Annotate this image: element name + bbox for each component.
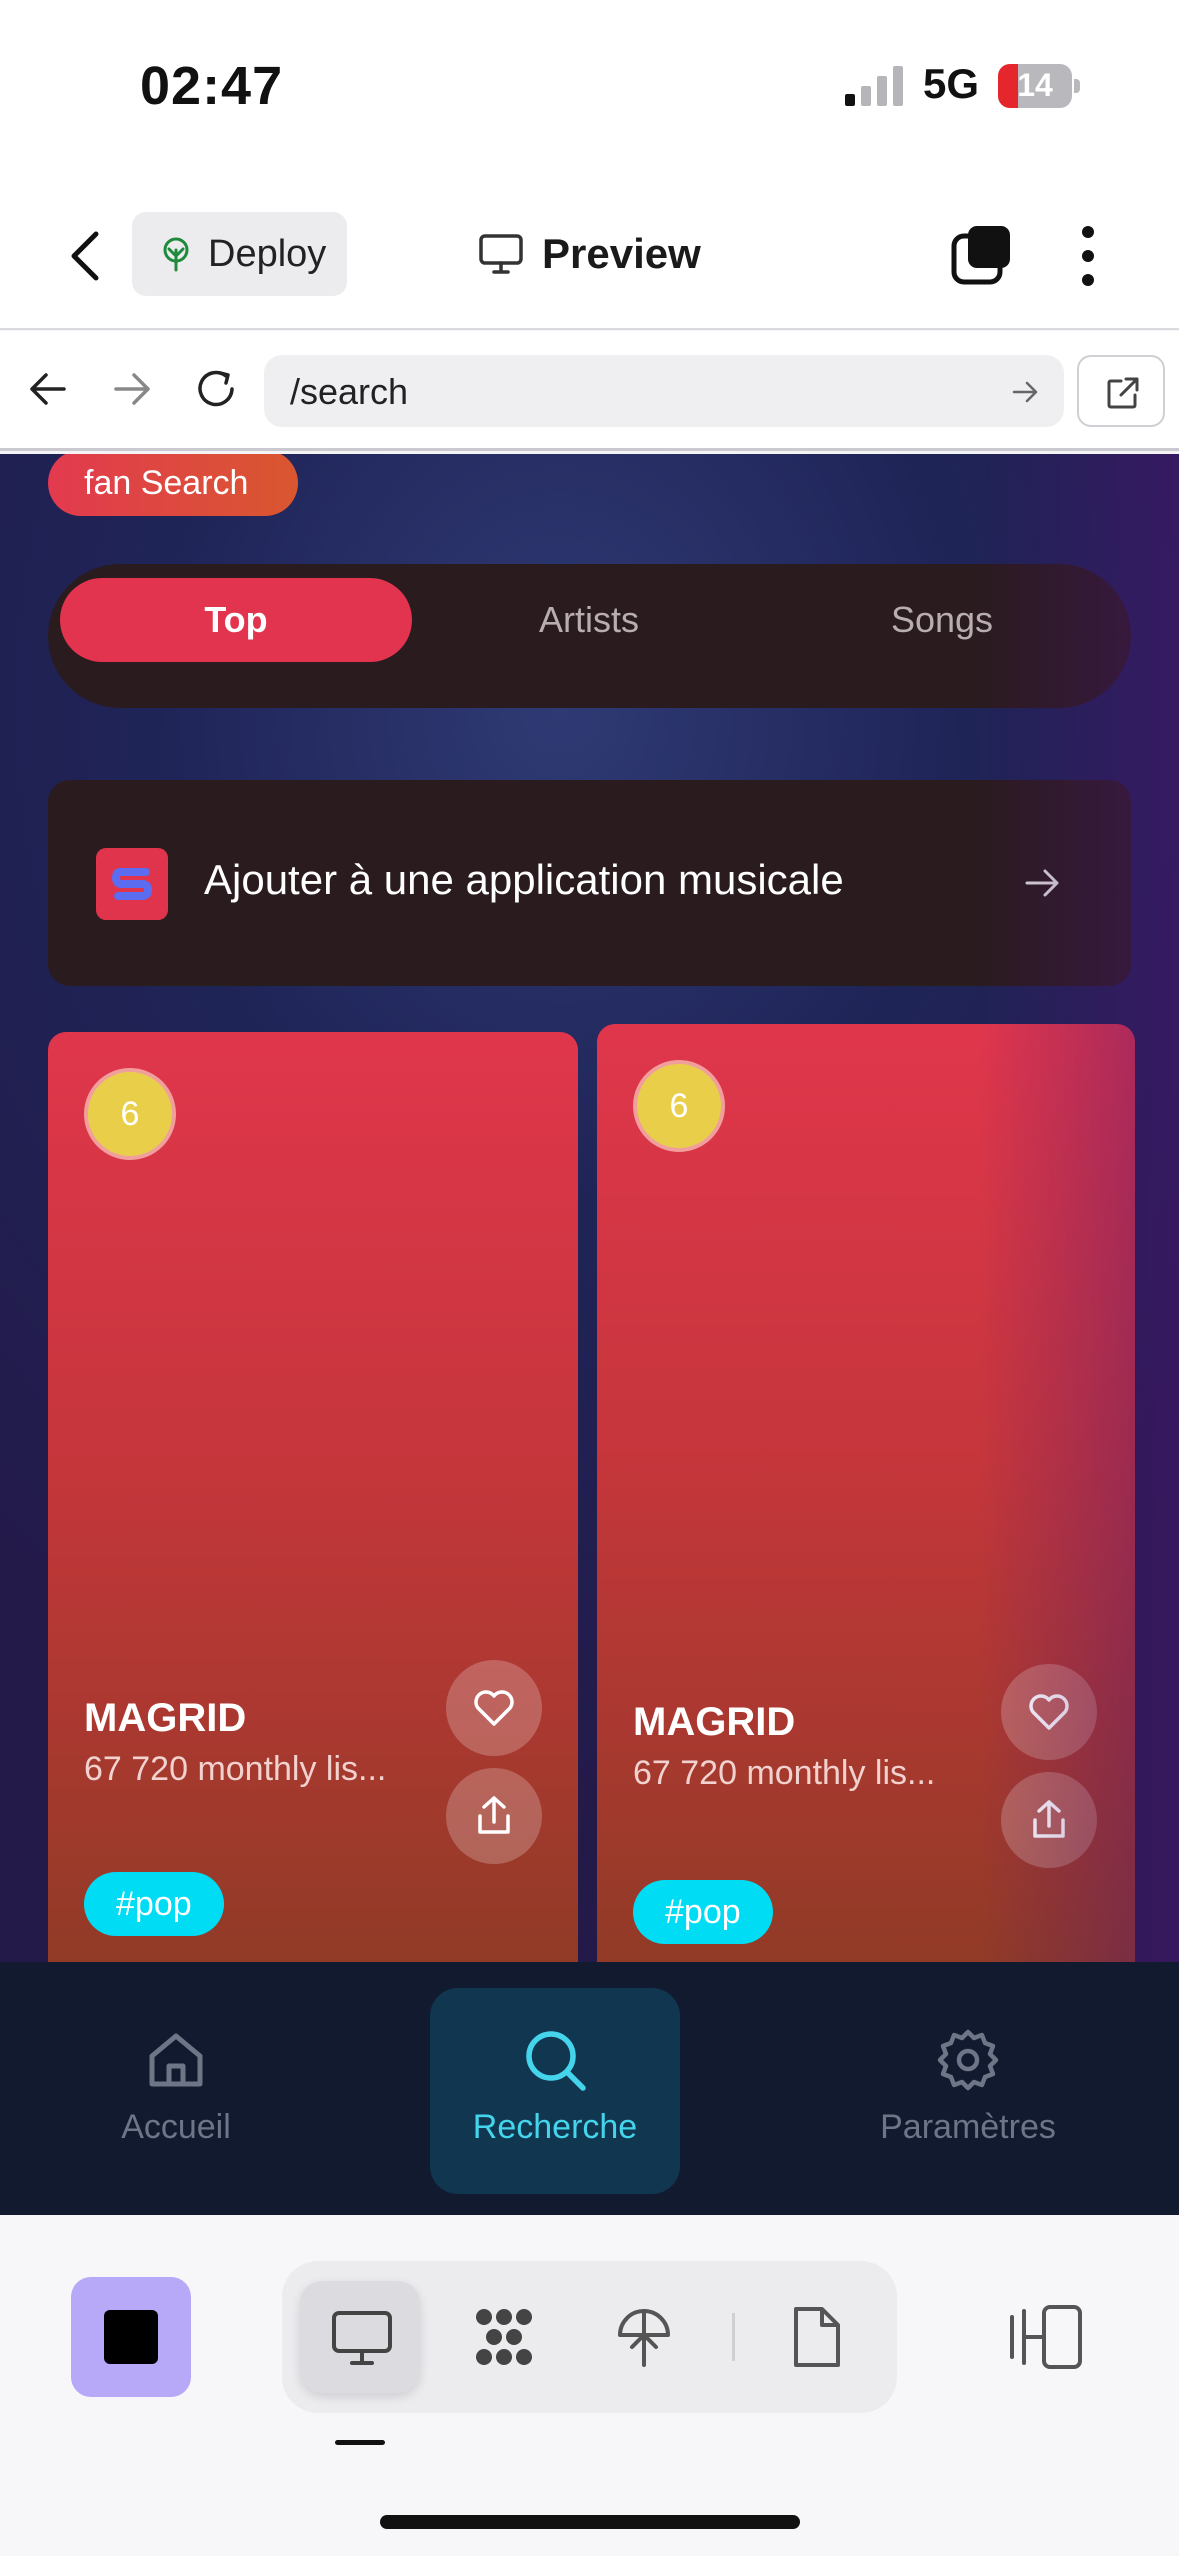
toolbar-separator [732,2313,735,2361]
preview-title: Preview [478,222,701,286]
heart-icon [1029,1694,1069,1730]
app-bottom-nav: Accueil Recherche Paramètres [0,1962,1179,2215]
genre-tag[interactable]: #pop [84,1872,224,1936]
active-view-indicator [335,2440,385,2445]
tab-artists[interactable]: Artists [413,578,765,662]
status-bar: 02:47 5G 14 [0,0,1179,180]
go-arrow-icon[interactable] [1010,377,1040,407]
split-layout-icon[interactable] [1008,2303,1084,2371]
add-to-music-app-banner[interactable]: Ajouter à une application musicale [48,780,1131,986]
tab-top[interactable]: Top [60,578,412,662]
gear-icon [937,2029,999,2091]
fan-search-chip[interactable]: fan Search [48,454,298,516]
artist-name: MAGRID [633,1700,796,1744]
tabs-icon[interactable] [950,224,1014,288]
share-icon [1033,1800,1065,1838]
open-external-button[interactable] [1077,355,1165,427]
nav-item-accueil[interactable]: Accueil [51,1988,301,2194]
rank-badge: 6 [84,1068,176,1160]
artist-card[interactable]: 6 MAGRID 67 720 monthly lis... #pop [597,1024,1135,1962]
heart-icon [474,1690,514,1726]
share-button[interactable] [446,1768,542,1864]
deploy-tree-icon [618,2309,670,2367]
url-input[interactable]: /search [264,355,1064,427]
nav-label: Recherche [472,2108,638,2146]
monitor-icon [332,2311,392,2365]
network-label: 5G [923,60,980,107]
browser-forward-icon[interactable] [110,367,154,411]
nav-item-recherche[interactable]: Recherche [430,1988,680,2194]
like-button[interactable] [446,1660,542,1756]
files-view-button[interactable] [754,2281,874,2393]
url-bar: /search [0,331,1179,451]
nav-label: Paramètres [880,2108,1056,2146]
segmented-control: Top Artists Songs [48,564,1131,708]
reload-icon[interactable] [192,365,240,413]
browser-back-icon[interactable] [26,367,70,411]
stop-icon [104,2310,158,2364]
app-header: Deploy Preview [0,180,1179,330]
monthly-listeners: 67 720 monthly lis... [633,1754,936,1792]
signal-icon [845,66,903,106]
view-switcher [282,2261,897,2413]
like-button[interactable] [1001,1664,1097,1760]
nav-item-parametres[interactable]: Paramètres [843,1988,1093,2194]
editor-toolbar [0,2215,1179,2556]
tab-songs[interactable]: Songs [766,578,1118,662]
music-app-logo [96,848,168,920]
status-time: 02:47 [140,56,284,116]
tree-icon [163,237,189,272]
back-chevron-icon[interactable] [60,226,110,286]
battery-icon: 14 [998,64,1080,108]
url-text: /search [290,371,409,412]
preview-label: Preview [542,230,701,277]
search-icon [526,2031,586,2091]
preview-view-button[interactable] [300,2281,420,2393]
share-icon [478,1796,510,1834]
artist-card[interactable]: 6 MAGRID 67 720 monthly lis... #pop [48,1032,578,1962]
share-button[interactable] [1001,1772,1097,1868]
stop-button[interactable] [71,2277,191,2397]
more-options-icon[interactable] [1068,224,1108,288]
deploy-view-button[interactable] [582,2281,702,2393]
deploy-label: Deploy [208,232,327,275]
rank-badge: 6 [633,1060,725,1152]
monthly-listeners: 67 720 monthly lis... [84,1750,387,1788]
arrow-right-icon [1025,869,1059,897]
workflow-view-button[interactable] [442,2281,562,2393]
external-link-icon [1107,377,1139,409]
battery-level: 14 [1017,67,1053,103]
monitor-icon [479,234,523,274]
file-icon [794,2307,840,2367]
home-indicator [380,2515,800,2529]
nodes-icon [476,2309,532,2365]
nav-label: Accueil [121,2108,231,2146]
deploy-button[interactable]: Deploy [132,212,347,296]
web-content: fan Search Top Artists Songs Ajouter à u… [0,454,1179,1962]
artist-name: MAGRID [84,1696,247,1740]
music-banner-label: Ajouter à une application musicale [204,856,844,903]
home-icon [149,2033,203,2087]
genre-tag[interactable]: #pop [633,1880,773,1944]
